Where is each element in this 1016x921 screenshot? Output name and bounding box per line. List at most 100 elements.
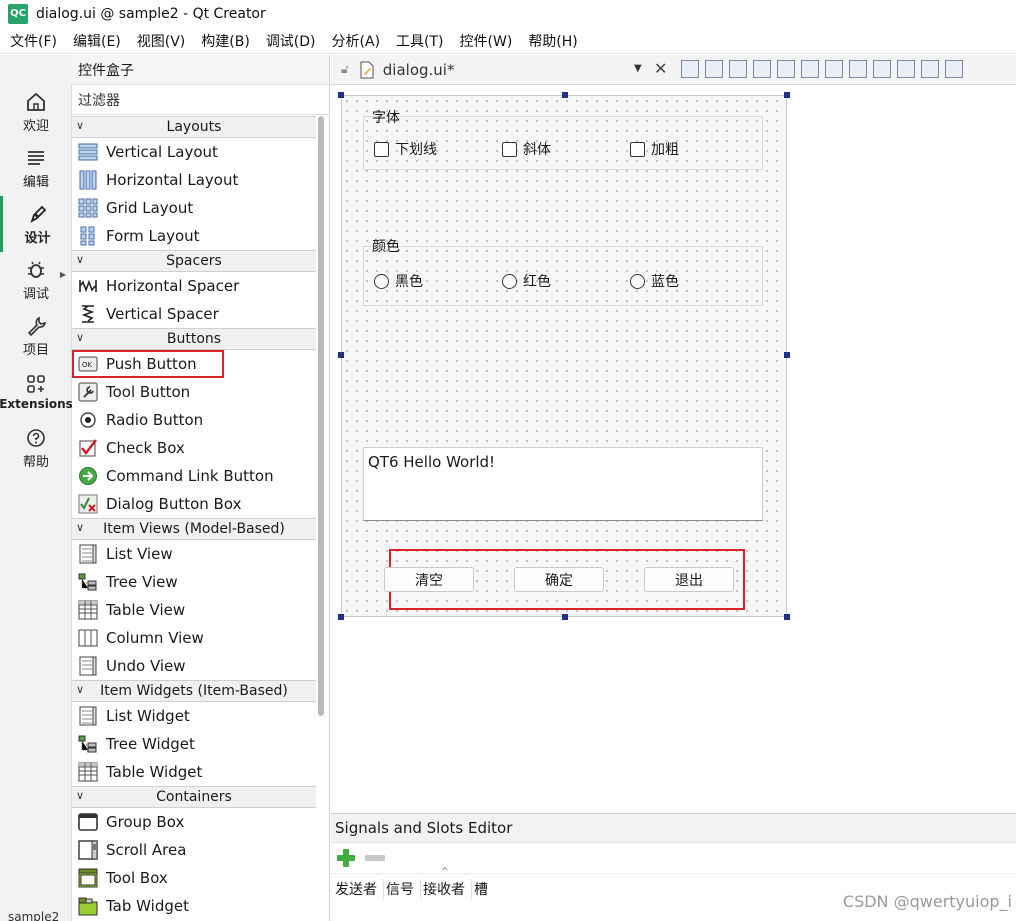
widget-tool-button[interactable]: Tool Button	[72, 378, 316, 406]
break-layout-icon[interactable]	[921, 60, 939, 78]
checkbox-label: 斜体	[523, 142, 551, 158]
menu-build[interactable]: 构建(B)	[193, 31, 258, 51]
resize-handle[interactable]	[338, 92, 344, 98]
widget-label: Radio Button	[106, 411, 204, 429]
widget-undo-view[interactable]: Undo View	[72, 652, 316, 680]
widget-tool-box[interactable]: Tool Box	[72, 864, 316, 892]
widget-group-box[interactable]: Group Box	[72, 808, 316, 836]
layout-vertical-splitter-icon[interactable]	[849, 60, 867, 78]
category-item-views[interactable]: ∨ Item Views (Model-Based)	[72, 518, 316, 540]
resize-handle[interactable]	[338, 352, 344, 358]
category-spacers[interactable]: ∨ Spacers	[72, 250, 316, 272]
clear-button[interactable]: 清空	[384, 567, 474, 592]
pen-icon	[29, 205, 46, 223]
underline-checkbox[interactable]: 下划线	[374, 139, 437, 159]
mode-edit[interactable]: 编辑	[0, 140, 72, 196]
resize-handle[interactable]	[338, 614, 344, 620]
layout-vertical-icon[interactable]	[801, 60, 819, 78]
resize-handle[interactable]	[562, 614, 568, 620]
resize-handle[interactable]	[784, 92, 790, 98]
black-radio[interactable]: 黑色	[374, 271, 423, 291]
edit-widgets-icon[interactable]	[681, 60, 699, 78]
widget-tab-widget[interactable]: Tab Widget	[72, 892, 316, 920]
color-group-box[interactable]	[363, 246, 763, 306]
menu-tools[interactable]: 工具(T)	[388, 31, 451, 51]
widget-push-button[interactable]: OK Push Button	[72, 350, 224, 378]
resize-handle[interactable]	[784, 352, 790, 358]
edit-buddies-icon[interactable]	[729, 60, 747, 78]
category-label: Item Views (Model-Based)	[103, 521, 285, 537]
menu-help[interactable]: 帮助(H)	[520, 31, 585, 51]
widget-dialog-button-box[interactable]: Dialog Button Box	[72, 490, 316, 518]
widget-horizontal-spacer[interactable]: Horizontal Spacer	[72, 272, 316, 300]
mode-welcome[interactable]: 欢迎	[0, 84, 72, 140]
file-dropdown-icon[interactable]: ▼	[634, 63, 642, 74]
widget-label: Tab Widget	[106, 897, 189, 915]
category-layouts[interactable]: ∨ Layouts	[72, 116, 316, 138]
exit-button[interactable]: 退出	[644, 567, 734, 592]
close-icon[interactable]: ✕	[654, 59, 667, 78]
lock-icon[interactable]: 🔓︎	[341, 62, 349, 77]
widget-vertical-spacer[interactable]: Vertical Spacer	[72, 300, 316, 328]
mode-projects[interactable]: 项目	[0, 308, 72, 364]
plain-text-edit[interactable]: QT6 Hello World!	[363, 447, 763, 521]
widget-table-widget[interactable]: Table Widget	[72, 758, 316, 786]
column-sender[interactable]: 发送者	[335, 878, 384, 899]
widget-column-view[interactable]: Column View	[72, 624, 316, 652]
layout-horizontal-icon[interactable]	[777, 60, 795, 78]
resize-handle[interactable]	[562, 92, 568, 98]
layout-form-icon[interactable]	[873, 60, 891, 78]
project-selector[interactable]: sample2	[8, 910, 59, 921]
chevron-down-icon: ∨	[76, 331, 85, 344]
widget-table-view[interactable]: Table View	[72, 596, 316, 624]
resize-handle[interactable]	[784, 614, 790, 620]
widget-form-layout[interactable]: Form Layout	[72, 222, 316, 250]
column-signal[interactable]: 信号	[386, 878, 421, 899]
red-radio[interactable]: 红色	[502, 271, 551, 291]
widget-filter-input[interactable]: 过滤器	[72, 85, 329, 115]
category-containers[interactable]: ∨ Containers	[72, 786, 316, 808]
menu-file[interactable]: 文件(F)	[2, 31, 65, 51]
widget-radio-button[interactable]: Radio Button	[72, 406, 316, 434]
mode-help[interactable]: 帮助	[0, 420, 72, 476]
italic-checkbox[interactable]: 斜体	[502, 139, 551, 159]
mode-design[interactable]: 设计	[0, 196, 72, 252]
edit-tab-order-icon[interactable]	[753, 60, 771, 78]
menu-debug[interactable]: 调试(D)	[258, 31, 324, 51]
adjust-size-icon[interactable]	[945, 60, 963, 78]
open-file-name[interactable]: dialog.ui*	[383, 61, 455, 79]
edit-signals-slots-icon[interactable]	[705, 60, 723, 78]
menu-view[interactable]: 视图(V)	[129, 31, 194, 51]
remove-connection-icon[interactable]	[365, 855, 385, 861]
widget-box-scrollbar[interactable]	[318, 116, 324, 716]
category-item-widgets[interactable]: ∨ Item Widgets (Item-Based)	[72, 680, 316, 702]
widget-check-box[interactable]: Check Box	[72, 434, 316, 462]
widget-list-view[interactable]: List View	[72, 540, 316, 568]
mode-debug[interactable]: 调试 ▶	[0, 252, 72, 308]
bold-checkbox[interactable]: 加粗	[630, 139, 679, 159]
ok-button[interactable]: 确定	[514, 567, 604, 592]
widget-grid-layout[interactable]: Grid Layout	[72, 194, 316, 222]
category-buttons[interactable]: ∨ Buttons	[72, 328, 316, 350]
menu-analyze[interactable]: 分析(A)	[324, 31, 389, 51]
mode-extensions[interactable]: Extensions	[0, 364, 73, 420]
widget-horizontal-layout[interactable]: Horizontal Layout	[72, 166, 316, 194]
menu-edit[interactable]: 编辑(E)	[65, 31, 129, 51]
checkbox-square	[630, 141, 645, 157]
widget-vertical-layout[interactable]: Vertical Layout	[72, 138, 316, 166]
column-receiver[interactable]: ^ 接收者	[423, 867, 472, 899]
dialog-form[interactable]: 字体 下划线 斜体 加粗 颜色 黑色 红色 蓝色 QT6 Hello World…	[338, 92, 790, 620]
menu-widgets[interactable]: 控件(W)	[452, 31, 521, 51]
blue-radio[interactable]: 蓝色	[630, 271, 679, 291]
layout-horizontal-splitter-icon[interactable]	[825, 60, 843, 78]
widget-tree-widget[interactable]: Tree Widget	[72, 730, 316, 758]
column-slot[interactable]: 槽	[474, 879, 494, 899]
layout-grid-icon[interactable]	[897, 60, 915, 78]
widget-scroll-area[interactable]: Scroll Area	[72, 836, 316, 864]
widget-list: ∨ Layouts Vertical Layout Horizontal Lay…	[72, 116, 316, 920]
add-connection-icon[interactable]	[335, 847, 357, 869]
widget-tree-view[interactable]: Tree View	[72, 568, 316, 596]
widget-list-widget[interactable]: List Widget	[72, 702, 316, 730]
widget-command-link-button[interactable]: Command Link Button	[72, 462, 316, 490]
widget-label: Form Layout	[106, 227, 200, 245]
